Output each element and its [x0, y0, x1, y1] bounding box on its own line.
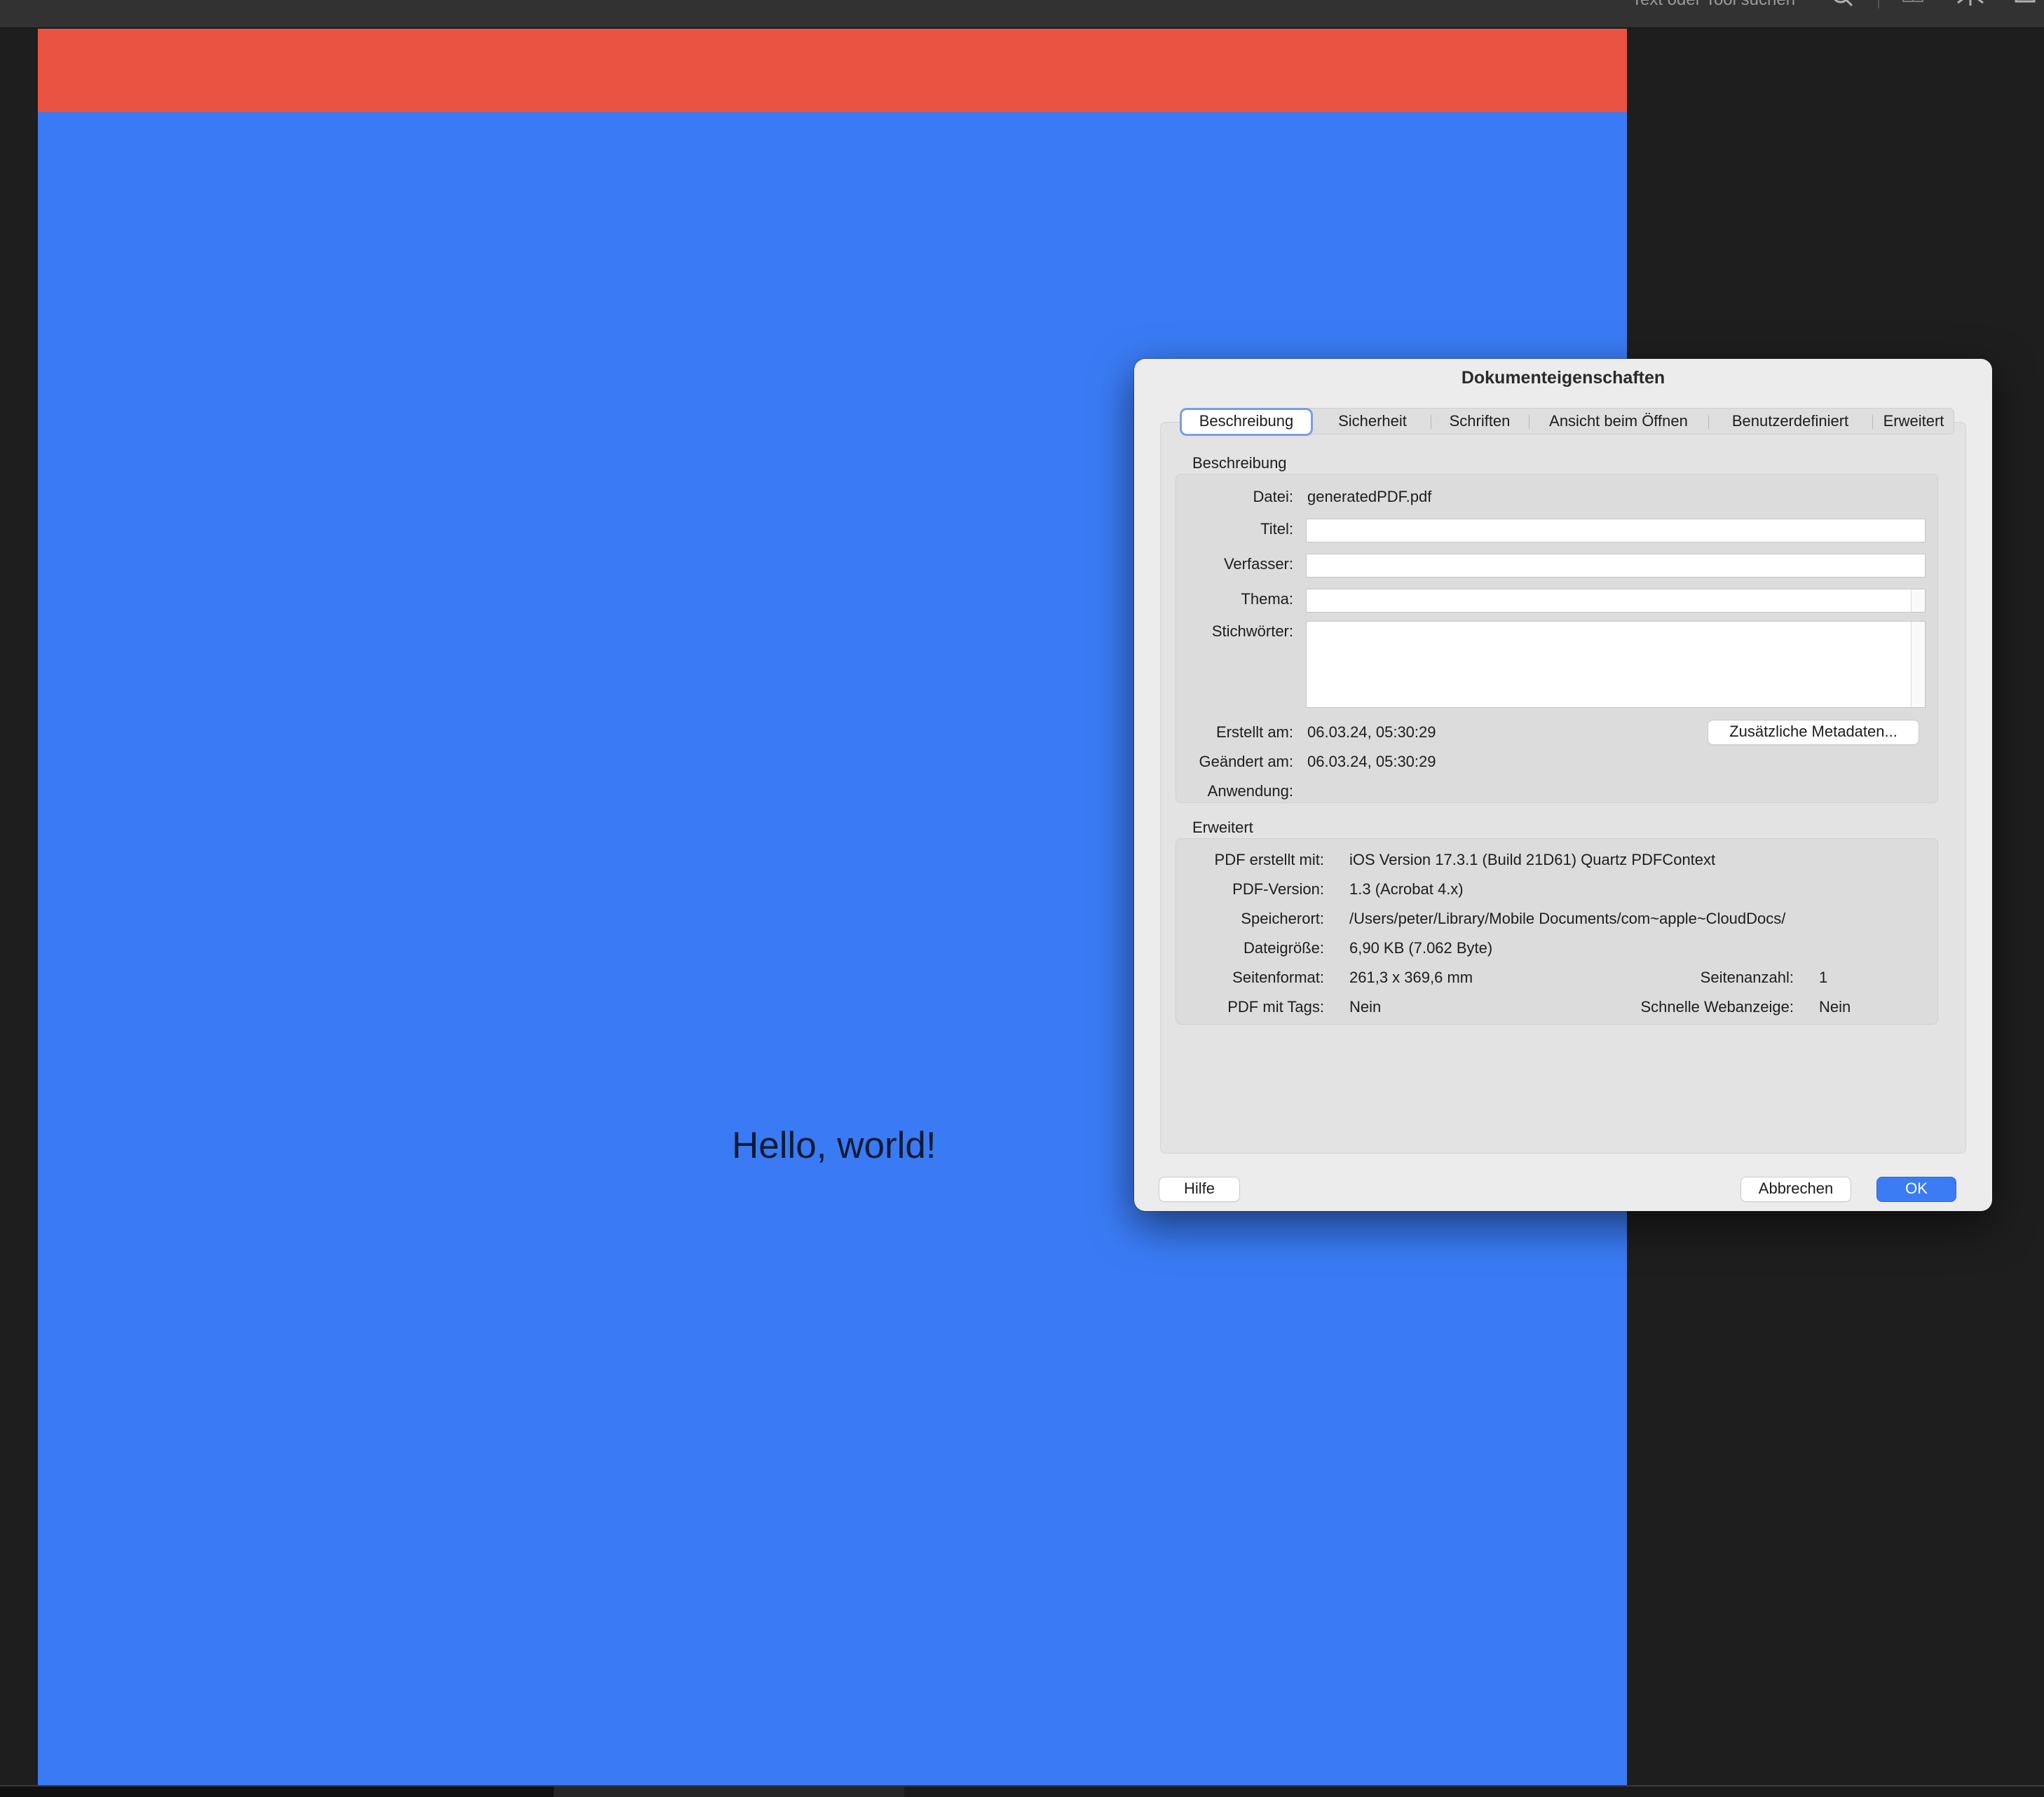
- tab-initial-view[interactable]: Ansicht beim Öffnen: [1531, 408, 1706, 435]
- search-icon[interactable]: [1831, 0, 1855, 8]
- title-label: Titel:: [1260, 520, 1293, 538]
- author-label: Verfasser:: [1223, 555, 1293, 573]
- status-segment: [904, 1786, 2044, 1797]
- subject-scrollbar[interactable]: [1911, 589, 1925, 612]
- tagged-pdf-value: Nein: [1349, 998, 1382, 1016]
- modified-value: 06.03.24, 05:30:29: [1307, 753, 1436, 770]
- file-size-value: 6,90 KB (7.062 Byte): [1349, 939, 1493, 957]
- subject-field[interactable]: [1306, 589, 1926, 613]
- status-segment: [0, 1786, 554, 1797]
- advanced-section-title: Erweitert: [1192, 819, 1253, 836]
- tab-description[interactable]: Beschreibung: [1182, 410, 1311, 434]
- application-label: Anwendung:: [1207, 782, 1293, 800]
- modified-label: Geändert am:: [1199, 753, 1293, 770]
- page-count-label: Seitenanzahl:: [1700, 969, 1794, 986]
- dialog-title: Dokumenteigenschaften: [1461, 368, 1665, 388]
- tagged-pdf-label: PDF mit Tags:: [1227, 998, 1324, 1016]
- page-header-band: [38, 29, 1627, 112]
- advanced-group: PDF erstellt mit: iOS Version 17.3.1 (Bu…: [1176, 838, 1938, 1025]
- tab-bar: Beschreibung Sicherheit Schriften Ansich…: [1180, 408, 1954, 435]
- toolbar-divider: [1878, 0, 1879, 8]
- compare-icon[interactable]: [1955, 0, 1986, 8]
- description-section-title: Beschreibung: [1192, 454, 1287, 472]
- producer-label: PDF erstellt mit:: [1214, 851, 1324, 868]
- keywords-field[interactable]: [1306, 621, 1926, 708]
- file-value: generatedPDF.pdf: [1307, 488, 1432, 505]
- help-button[interactable]: Hilfe: [1159, 1177, 1239, 1201]
- location-label: Speicherort:: [1241, 910, 1324, 927]
- additional-metadata-button[interactable]: Zusätzliche Metadaten...: [1708, 720, 1919, 744]
- tab-fonts[interactable]: Schriften: [1433, 408, 1527, 435]
- tab-custom[interactable]: Benutzerdefiniert: [1710, 408, 1870, 435]
- page-size-label: Seitenformat:: [1232, 969, 1324, 986]
- tab-security[interactable]: Sicherheit: [1316, 408, 1429, 435]
- tab-advanced[interactable]: Erweitert: [1874, 408, 1953, 435]
- fast-web-view-label: Schnelle Webanzeige:: [1640, 998, 1794, 1016]
- document-properties-dialog: Dokumenteigenschaften Beschreibung Datei…: [1134, 359, 1992, 1211]
- page-size-value: 261,3 x 369,6 mm: [1349, 969, 1473, 986]
- created-value: 06.03.24, 05:30:29: [1307, 723, 1436, 741]
- tab-divider: [1708, 415, 1709, 429]
- app-toolbar: Text oder Tool suchen: [0, 0, 2044, 29]
- pdf-version-label: PDF-Version:: [1232, 880, 1324, 898]
- grid-icon[interactable]: [1902, 0, 1926, 8]
- page-text: Hello, world!: [732, 1125, 936, 1166]
- description-group: Datei: generatedPDF.pdf Titel: Verfasser…: [1176, 474, 1938, 803]
- file-size-label: Dateigröße:: [1244, 939, 1324, 957]
- keywords-scrollbar[interactable]: [1911, 622, 1925, 707]
- tab-content-panel: Beschreibung Datei: generatedPDF.pdf Tit…: [1160, 422, 1966, 1154]
- ok-button[interactable]: OK: [1877, 1177, 1956, 1201]
- keywords-label: Stichwörter:: [1211, 622, 1293, 640]
- tool-search-field[interactable]: Text oder Tool suchen: [1632, 0, 1814, 7]
- location-value: /Users/peter/Library/Mobile Documents/co…: [1349, 910, 1786, 927]
- print-icon[interactable]: [2013, 0, 2041, 8]
- cancel-button[interactable]: Abbrechen: [1741, 1177, 1851, 1201]
- file-label: Datei:: [1253, 488, 1293, 505]
- app-window: Text oder Tool suchen Hello, world! Dok: [0, 0, 2044, 1797]
- status-bar: [0, 1785, 2044, 1797]
- author-field[interactable]: [1306, 554, 1926, 578]
- subject-label: Thema:: [1241, 590, 1293, 608]
- tab-divider: [1872, 415, 1873, 429]
- producer-value: iOS Version 17.3.1 (Build 21D61) Quartz …: [1349, 851, 1716, 868]
- page-count-value: 1: [1819, 969, 1828, 986]
- created-label: Erstellt am:: [1215, 723, 1293, 741]
- title-field[interactable]: [1306, 519, 1926, 542]
- pdf-version-value: 1.3 (Acrobat 4.x): [1349, 880, 1464, 898]
- fast-web-view-value: Nein: [1819, 998, 1851, 1016]
